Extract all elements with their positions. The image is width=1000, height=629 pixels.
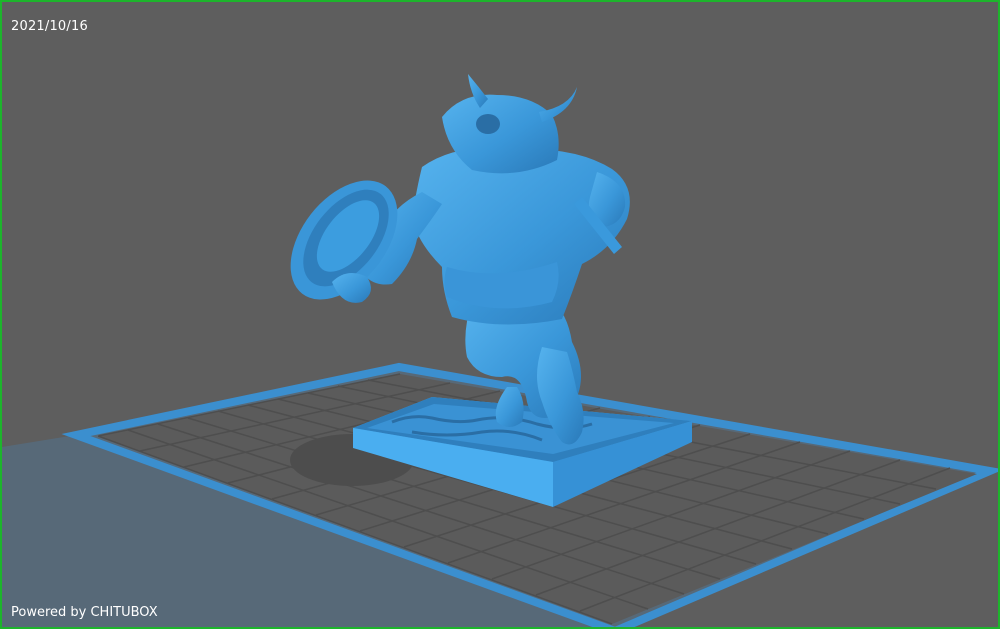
scene-canvas[interactable] — [2, 2, 1000, 629]
3d-viewport[interactable]: 2021/10/16 Powered by CHITUBOX — [0, 0, 1000, 629]
powered-by-label: Powered by CHITUBOX — [11, 605, 158, 620]
date-stamp: 2021/10/16 — [11, 19, 88, 34]
